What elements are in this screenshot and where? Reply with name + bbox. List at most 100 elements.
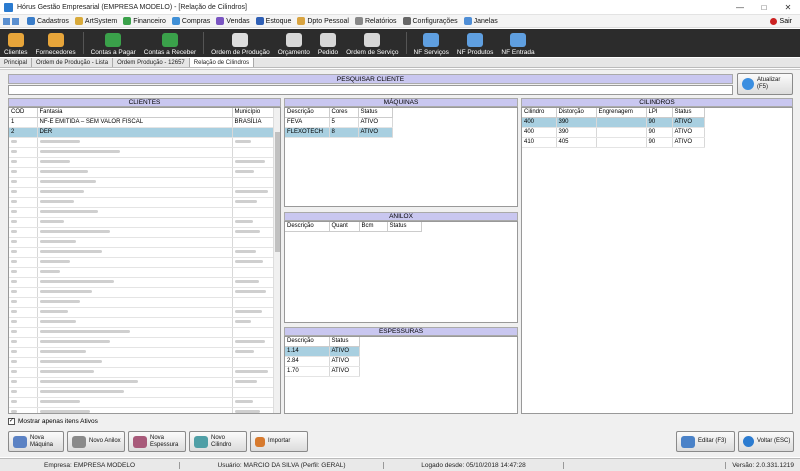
menu-artsystem[interactable]: ArtSystem	[74, 17, 117, 25]
clientes-grid[interactable]: COD Fantasia Município 1 NF-E EMITIDA – S…	[8, 107, 281, 414]
menu-relat-rios[interactable]: Relatórios	[354, 17, 397, 25]
doc-icon[interactable]	[3, 17, 10, 25]
tab-2[interactable]: Ordem Produção - 12657	[113, 58, 190, 67]
table-row[interactable]: FEVA 5 ATIVO	[285, 117, 393, 128]
maximize-icon[interactable]: □	[752, 3, 776, 12]
list-icon[interactable]	[12, 17, 19, 25]
col-descricao[interactable]: Descrição	[285, 222, 330, 232]
col-cod[interactable]: COD	[9, 108, 38, 118]
menu-compras[interactable]: Compras	[171, 17, 210, 25]
tab-3[interactable]: Relação de Cilindros	[189, 58, 255, 67]
table-row[interactable]: FLEXOTECH 8 ATIVO	[285, 127, 393, 138]
table-row[interactable]: 410 405 90 ATIVO	[522, 137, 705, 148]
menu-cadastros[interactable]: Cadastros	[27, 17, 69, 25]
novo-cilindro-button[interactable]: Novo Cilindro	[189, 431, 247, 452]
table-row-redacted[interactable]	[9, 247, 275, 258]
col-status[interactable]: Status	[672, 108, 705, 118]
col-status[interactable]: Status	[387, 222, 422, 232]
toolbar-contas-a-pagar-button[interactable]: Contas a Pagar	[87, 29, 140, 57]
table-row-redacted[interactable]	[9, 157, 275, 168]
col-quant[interactable]: Quant	[329, 222, 360, 232]
table-row[interactable]: 400 390 90 ATIVO	[522, 117, 705, 128]
table-row[interactable]: 2 DER	[9, 127, 275, 138]
col-lpi[interactable]: LPI	[646, 108, 673, 118]
novo-anilox-button[interactable]: Novo Anilox	[67, 431, 125, 452]
table-row-redacted[interactable]	[9, 197, 275, 208]
table-row-redacted[interactable]	[9, 207, 275, 218]
table-row-redacted[interactable]	[9, 187, 275, 198]
toolbar-orcamento-button[interactable]: Orçamento	[274, 29, 314, 57]
col-cilindro[interactable]: Cilindro	[522, 108, 557, 118]
toolbar-fornecedores-button[interactable]: Fornecedores	[31, 29, 79, 57]
col-status[interactable]: Status	[329, 337, 360, 347]
search-input[interactable]	[8, 85, 733, 95]
scroll-thumb[interactable]	[275, 132, 280, 252]
table-row-redacted[interactable]	[9, 237, 275, 248]
table-row-redacted[interactable]	[9, 277, 275, 288]
table-row-redacted[interactable]	[9, 267, 275, 278]
table-row[interactable]: 2.84 ATIVO	[285, 356, 360, 367]
table-row-redacted[interactable]	[9, 377, 275, 388]
table-row-redacted[interactable]	[9, 147, 275, 158]
toolbar-ordem-de-producao-button[interactable]: Ordem de Produção	[207, 29, 274, 57]
toolbar-nf-entrada-button[interactable]: NF Entrada	[497, 29, 538, 57]
toolbar-contas-a-receber-button[interactable]: Contas a Receber	[140, 29, 200, 57]
toolbar-nf-servicos-button[interactable]: NF Serviços	[410, 29, 453, 57]
table-row-redacted[interactable]	[9, 287, 275, 298]
table-row-redacted[interactable]	[9, 317, 275, 328]
table-row-redacted[interactable]	[9, 367, 275, 378]
toolbar-pedido-button[interactable]: Pedido	[314, 29, 342, 57]
col-municipio[interactable]: Município	[232, 108, 275, 118]
espessuras-grid[interactable]: Descrição Status 1.14 ATIVO 2.84 ATIVO 1.70 A…	[284, 336, 518, 414]
nova-maquina-button[interactable]: Nova Máquina	[8, 431, 64, 452]
col-descricao[interactable]: Descrição	[285, 337, 330, 347]
col-engrenagem[interactable]: Engrenagem	[596, 108, 647, 118]
menu-vendas[interactable]: Vendas	[216, 17, 250, 25]
table-row-redacted[interactable]	[9, 357, 275, 368]
tab-1[interactable]: Ordem de Produção - Lista	[32, 58, 114, 67]
table-row-redacted[interactable]	[9, 227, 275, 238]
table-row-redacted[interactable]	[9, 177, 275, 188]
tab-0[interactable]: Principal	[0, 58, 33, 67]
sair-button[interactable]: Sair	[769, 17, 792, 25]
table-row-redacted[interactable]	[9, 327, 275, 338]
col-bcm[interactable]: Bcm	[359, 222, 388, 232]
menu-financeiro[interactable]: Financeiro	[123, 17, 166, 25]
anilox-grid[interactable]: Descrição Quant Bcm Status	[284, 221, 518, 323]
close-icon[interactable]: ✕	[776, 3, 800, 12]
col-cores[interactable]: Cores	[329, 108, 359, 118]
table-row-redacted[interactable]	[9, 257, 275, 268]
col-fantasia[interactable]: Fantasia	[37, 108, 233, 118]
nova-espessura-button[interactable]: Nova Espessura	[128, 431, 186, 452]
menu-dpto-pessoal[interactable]: Dpto Pessoal	[297, 17, 349, 25]
col-status[interactable]: Status	[358, 108, 393, 118]
table-row-redacted[interactable]	[9, 407, 275, 413]
table-row-redacted[interactable]	[9, 137, 275, 148]
table-row[interactable]: 400 390 90 ATIVO	[522, 127, 705, 138]
maquinas-grid[interactable]: Descrição Cores Status FEVA 5 ATIVO FLEXOTE…	[284, 107, 518, 207]
voltar-button[interactable]: Voltar (ESC)	[738, 431, 794, 452]
table-row[interactable]: 1 NF-E EMITIDA – SEM VALOR FISCAL BRASÍLIA	[9, 117, 275, 128]
clientes-scrollbar[interactable]	[273, 108, 280, 413]
table-row-redacted[interactable]	[9, 347, 275, 358]
table-row[interactable]: 1.70 ATIVO	[285, 366, 360, 377]
checkbox-icon[interactable]: ✓	[8, 418, 15, 425]
editar-button[interactable]: Editar (F3)	[676, 431, 735, 452]
cilindros-grid[interactable]: Cilindro Distorção Engrenagem LPI Status…	[521, 107, 793, 414]
menu-configura-es[interactable]: Configurações	[402, 17, 458, 25]
table-row-redacted[interactable]	[9, 337, 275, 348]
toolbar-ordem-de-servico-button[interactable]: Ordem de Serviço	[342, 29, 402, 57]
toolbar-nf-produtos-button[interactable]: NF Produtos	[453, 29, 498, 57]
importar-button[interactable]: Importar	[250, 431, 308, 452]
minimize-icon[interactable]: —	[728, 3, 752, 12]
col-descricao[interactable]: Descrição	[285, 108, 330, 118]
atualizar-button[interactable]: Atualizar (F5)	[737, 73, 793, 95]
table-row-redacted[interactable]	[9, 217, 275, 228]
col-distorcao[interactable]: Distorção	[556, 108, 597, 118]
menu-janelas[interactable]: Janelas	[463, 17, 498, 25]
menu-estoque[interactable]: Estoque	[255, 17, 291, 25]
mostrar-ativos-checkbox[interactable]: ✓ Mostrar apenas itens Ativos	[8, 418, 98, 425]
table-row[interactable]: 1.14 ATIVO	[285, 346, 360, 357]
table-row-redacted[interactable]	[9, 397, 275, 408]
table-row-redacted[interactable]	[9, 307, 275, 318]
